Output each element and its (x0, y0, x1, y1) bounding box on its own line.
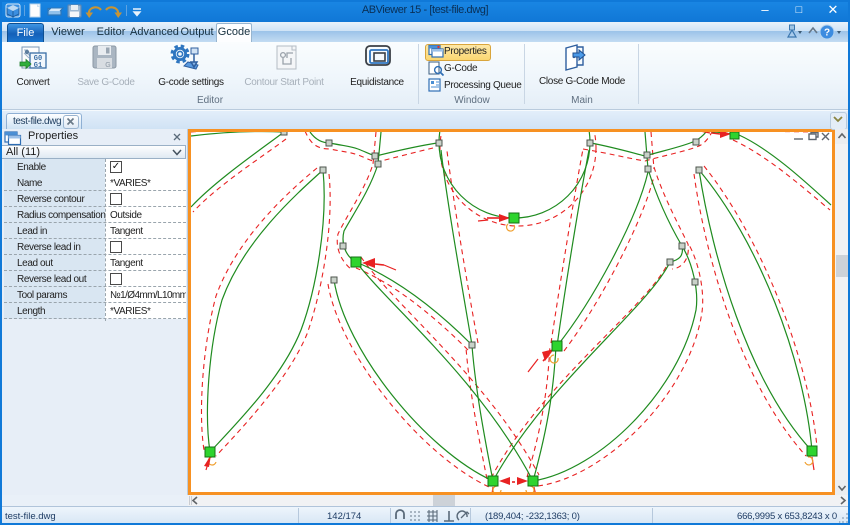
svg-text:G1: G1 (34, 62, 42, 70)
svg-text:G: G (105, 62, 110, 69)
svg-text:?: ? (824, 28, 830, 39)
